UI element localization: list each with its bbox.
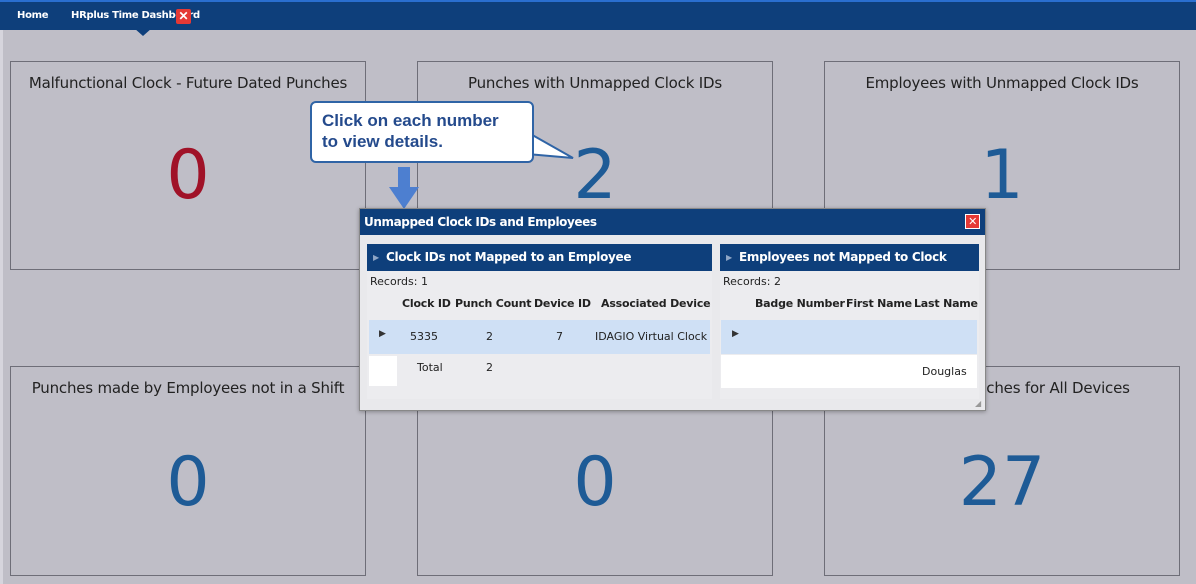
collapse-triangle-icon[interactable]: ▶ [373,244,379,271]
col-badge-number[interactable]: Badge Number [755,293,845,315]
tile-count-link[interactable]: 0 [11,443,365,522]
employees-panel: ▶ Employees not Mapped to Clock Records:… [720,244,979,399]
grid-header: Badge Number First Name Last Name [720,293,979,315]
panel-header[interactable]: ▶ Clock IDs not Mapped to an Employee [367,244,712,271]
table-row[interactable]: Douglas [721,355,977,388]
cell-clock-id: 5335 [410,330,438,343]
total-punch-count: 2 [486,361,493,374]
table-row[interactable]: ▶ 5335 2 7 IDAGIO Virtual Clock [369,320,710,354]
cell-last-name: Douglas [922,365,967,378]
total-row: Total 2 [369,356,710,386]
dialog-close-icon[interactable]: ✕ [965,214,980,229]
left-edge-strip [0,30,3,584]
tile-title: Punches made by Employees not in a Shift [31,379,345,397]
col-clock-id[interactable]: Clock ID [402,293,451,315]
clock-ids-panel: ▶ Clock IDs not Mapped to an Employee Re… [367,244,712,399]
tile-punches-not-in-shift: Punches made by Employees not in a Shift… [10,366,366,576]
col-last-name[interactable]: Last Name [914,293,978,315]
tab-bar: Home HRplus Time Dashboard ✕ [0,2,1196,30]
help-callout: Click on each number to view details. [310,101,534,163]
total-row-spacer [369,356,397,386]
cell-associated-device: IDAGIO Virtual Clock [595,330,708,343]
cell-device-id: 7 [556,330,563,343]
expand-row-icon[interactable]: ▶ [379,320,386,348]
panel-header[interactable]: ▶ Employees not Mapped to Clock [720,244,979,271]
expand-row-icon[interactable]: ▶ [732,320,739,348]
col-first-name[interactable]: First Name [846,293,912,315]
col-device-id[interactable]: Device ID [534,293,591,315]
tab-home[interactable]: Home [17,2,49,30]
callout-line-1: Click on each number [322,111,499,130]
callout-tail [527,130,574,159]
tile-title: nches for All Devices [977,379,1130,397]
tile-title: Employees with Unmapped Clock IDs [865,74,1139,92]
records-count: Records: 1 [370,275,428,288]
col-punch-count[interactable]: Punch Count [455,293,531,315]
table-row[interactable]: ▶ [721,320,977,354]
active-tab-pointer [134,28,152,36]
resize-grip-icon[interactable]: ◢ [975,400,983,408]
unmapped-dialog: Unmapped Clock IDs and Employees ✕ ▶ Clo… [359,208,986,411]
tile-title: Punches with Unmapped Clock IDs [468,74,722,92]
col-associated-device[interactable]: Associated Device [601,293,711,315]
panel-title: Employees not Mapped to Clock [739,250,947,264]
cell-punch-count: 2 [486,330,493,343]
records-count: Records: 2 [723,275,781,288]
collapse-triangle-icon[interactable]: ▶ [726,244,732,271]
panel-title: Clock IDs not Mapped to an Employee [386,250,632,264]
tile-title: Malfunctional Clock - Future Dated Punch… [28,74,348,92]
dialog-title: Unmapped Clock IDs and Employees [364,215,597,229]
tile-count-link[interactable]: 0 [418,443,772,522]
total-label: Total [417,361,443,374]
tile-count-link[interactable]: 1 [825,136,1179,215]
arrow-down-icon [389,167,419,209]
tab-close-icon[interactable]: ✕ [176,9,191,24]
tile-malfunctional-clock: Malfunctional Clock - Future Dated Punch… [10,61,366,270]
dialog-title-bar: Unmapped Clock IDs and Employees ✕ [360,209,985,235]
tile-count-link[interactable]: 27 [825,443,1179,522]
grid-header: Clock ID Punch Count Device ID Associate… [367,293,712,315]
callout-line-2: to view details. [322,132,443,151]
